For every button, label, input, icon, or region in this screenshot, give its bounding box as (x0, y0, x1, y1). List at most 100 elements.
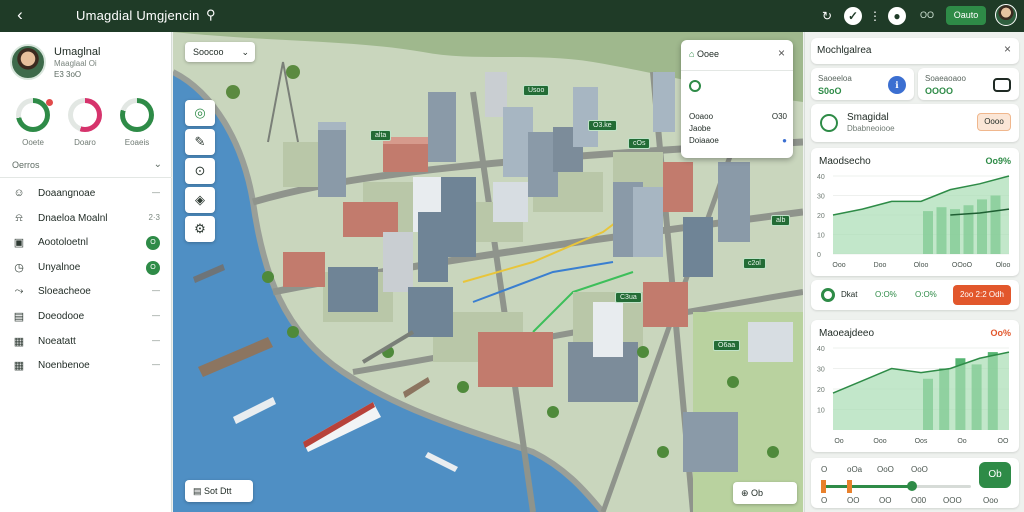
shield-icon[interactable]: ✓ (844, 7, 862, 25)
report-icon: ▦ (13, 335, 25, 348)
compass-icon[interactable]: ⊙ (185, 158, 215, 184)
nav-item[interactable]: ⍾ Dnaeloa Moalnl 2·3 (0, 207, 172, 232)
slider-knob[interactable] (907, 481, 917, 491)
series-area (833, 352, 1009, 430)
map-tag[interactable]: c2ol (743, 258, 766, 269)
kpi-label: Saoeeloa (818, 74, 852, 83)
primary-action-button[interactable]: Oauto (946, 6, 986, 25)
alert-subtitle: Dbabneoiooe (847, 124, 895, 133)
section-header[interactable]: Oerros ⌄ (12, 159, 162, 170)
nav-item-label: Doaangnoae (38, 188, 96, 199)
close-icon[interactable]: × (1004, 42, 1011, 56)
summary-action-button[interactable]: 2oo 2:2 Odh (953, 285, 1011, 305)
slider-label: O (821, 465, 828, 474)
kpi-card[interactable]: Soaeaoaoo OOOO (918, 68, 1019, 100)
close-icon[interactable]: × (778, 46, 785, 60)
y-tick-label: 40 (817, 346, 825, 353)
profile-avatar (10, 44, 46, 80)
kpi-card[interactable]: Saoeeloa S0oO ℹ (811, 68, 914, 100)
x-tick-label: OO (998, 438, 1009, 445)
more-icon[interactable]: ⋮ (866, 7, 884, 25)
map-tag[interactable]: alb (771, 215, 791, 226)
right-panel: Mochlgalrea × Saoeeloa S0oO ℹ Soaeaoaoo … (804, 32, 1024, 512)
arrow-left-icon[interactable]: ‹ (10, 5, 30, 25)
alert-action-button[interactable]: Oooo (977, 113, 1011, 131)
progress-ring[interactable] (68, 98, 102, 132)
x-tick-label: Oos (915, 438, 928, 445)
nav-item[interactable]: ◷ Unyalnoe O (0, 256, 172, 281)
map-zoom-control[interactable]: ⊕ Ob (733, 482, 797, 504)
x-tick-label: Doo (874, 262, 887, 269)
series-area (833, 176, 1009, 254)
location-pin-icon (689, 80, 701, 92)
pencil-icon[interactable]: ✎ (185, 129, 215, 155)
nav-item[interactable]: ▤ Doeodooe — (0, 305, 172, 330)
document-icon: ▤ (13, 310, 25, 323)
nav-item-badge: O (146, 236, 160, 251)
expand-button[interactable]: Ob (979, 462, 1011, 488)
map-tag[interactable]: O6aa (713, 340, 741, 351)
map-tag[interactable]: alta (370, 130, 392, 141)
map-tag[interactable]: Usoo (523, 85, 550, 96)
nav-item-badge: O (146, 260, 160, 275)
nav-list: ☺ Doaangnoae — ⍾ Dnaeloa Moalnl 2·3 ▣ Ao… (0, 182, 172, 379)
chevron-down-icon[interactable]: ⌄ (154, 159, 162, 170)
map-filter-dropdown[interactable]: Soocoo ⌄ (185, 42, 255, 62)
chart-1[interactable]: 0 10 20 30 40 Ooo Doo Oloo OOoO Oloo (811, 148, 1019, 276)
slider-handle[interactable] (847, 480, 852, 493)
top-bar: ‹ Umagdial Umgjencin ⚲ ↻ ✓ ⋮ ● OO Oauto (0, 0, 1024, 32)
kpi-value: OOOO (925, 86, 954, 96)
chart-card-1: Maodsecho Oo9% 0 10 20 30 40 Ooo Doo Oloo OOoO Ol… (811, 148, 1019, 276)
slider-label: OoO (911, 465, 928, 474)
profile-name: Umaglnal (54, 46, 101, 58)
ring-label: Ooete (22, 138, 44, 147)
panel-title: Mochlgalrea (817, 45, 872, 56)
nav-item-label: Noenbenoe (38, 360, 90, 372)
profile-meta: E3 3oO (54, 70, 82, 79)
nav-item-value: — (152, 188, 160, 197)
avatar[interactable] (995, 4, 1017, 26)
alert-card[interactable]: Smagidal Dbabneoiooe Oooo (811, 104, 1019, 142)
map-zoom-label: Ob (751, 488, 764, 498)
nav-item[interactable]: ⤳ Sloeacheoe — (0, 280, 172, 305)
map-tag[interactable]: cOs (628, 138, 651, 149)
progress-ring[interactable] (16, 98, 50, 132)
map-tag[interactable]: C3ua (615, 292, 642, 303)
location-popup[interactable]: ⌂ Ooee × Ooaoo O30 Jaobe Doiaaoe ● (681, 40, 793, 158)
map-tag[interactable]: O3.ke (588, 120, 617, 131)
app-title: Umagdial Umgjencin (76, 8, 200, 23)
slider-label: oOa (847, 465, 863, 474)
home-icon: ⌂ (689, 49, 695, 59)
slider-handle[interactable] (821, 480, 826, 493)
progress-ring[interactable] (120, 98, 154, 132)
nav-item[interactable]: ☺ Doaangnoae — (0, 182, 172, 207)
layers-icon[interactable]: ◈ (185, 187, 215, 213)
city-map[interactable]: Soocoo ⌄ ◎ ✎ ⊙ ◈ ⚙ alta Usoo O3.ke cOs c… (173, 32, 803, 512)
nav-item[interactable]: ▦ Noenbenoe — (0, 354, 172, 379)
bell-icon: ⍾ (15, 211, 23, 224)
record-icon[interactable]: ● (888, 7, 906, 25)
nav-item-label: Sloeacheoe (38, 286, 91, 298)
profile-card[interactable]: Umaglnal Maaglaal Oi E3 3oO (10, 44, 165, 84)
map-toolbar: ◎ ✎ ⊙ ◈ ⚙ (185, 100, 215, 245)
y-tick-label: 10 (817, 233, 825, 240)
summary-value: O:O% (915, 290, 937, 299)
status-text: OO (920, 10, 935, 20)
slider-label: OoO (877, 465, 894, 474)
section-title: Oerros (12, 160, 40, 170)
status-ring-icon (821, 288, 835, 302)
nav-item-value: — (152, 335, 160, 345)
chart-2[interactable]: 10 20 30 40 Oo Ooo Oos Oo OO (811, 320, 1019, 452)
slider-tick: Ooo (983, 496, 999, 505)
route-icon: ⤳ (14, 285, 24, 298)
refresh-icon[interactable]: ↻ (818, 7, 836, 25)
gear-icon[interactable]: ⚙ (185, 216, 215, 242)
map-filter-label: Soocoo (193, 47, 224, 57)
nav-item-label: Noeatatt (38, 335, 76, 347)
nav-item[interactable]: ▣ Aootoloetnl O (0, 231, 172, 256)
map-legend-button[interactable]: ▤ Sot Dtt (185, 480, 253, 502)
slider-tick: O (821, 496, 828, 505)
target-icon[interactable]: ◎ (185, 100, 215, 126)
nav-item[interactable]: ▦ Noeatatt — (0, 330, 172, 355)
search-icon[interactable]: ⚲ (206, 7, 216, 23)
